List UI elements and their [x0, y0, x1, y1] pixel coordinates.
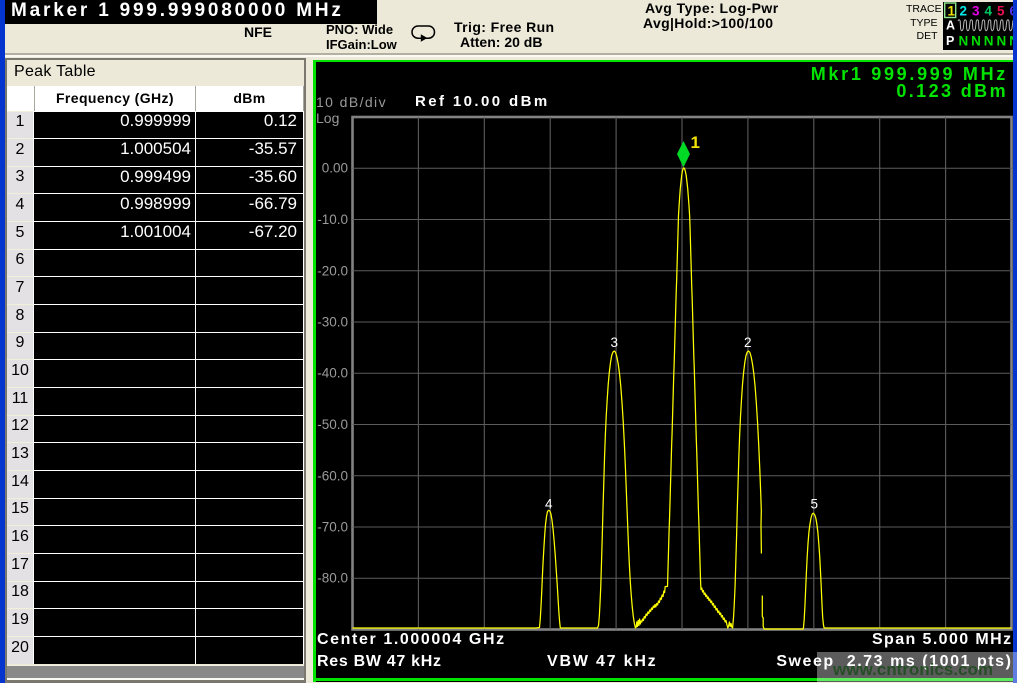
svg-text:-20.0: -20.0 — [317, 263, 348, 278]
svg-text:5: 5 — [811, 496, 819, 511]
svg-text:NNNNN: NNNNN — [958, 34, 1017, 49]
svg-text:1: 1 — [947, 4, 955, 19]
svg-text:3: 3 — [611, 335, 619, 350]
svg-text:-10.0: -10.0 — [317, 212, 348, 227]
svg-text:2: 2 — [959, 4, 967, 19]
svg-text:-80.0: -80.0 — [317, 570, 348, 585]
svg-text:4: 4 — [984, 4, 992, 19]
svg-text:1: 1 — [691, 133, 700, 152]
svg-text:P: P — [946, 34, 954, 48]
svg-text:-70.0: -70.0 — [317, 519, 348, 534]
svg-text:-30.0: -30.0 — [317, 314, 348, 329]
svg-text:3: 3 — [972, 4, 980, 19]
svg-text:4: 4 — [545, 496, 553, 511]
svg-text:-50.0: -50.0 — [317, 417, 348, 432]
svg-text:-60.0: -60.0 — [317, 468, 348, 483]
svg-text:5: 5 — [997, 4, 1005, 19]
svg-text:2: 2 — [744, 335, 752, 350]
svg-text:-40.0: -40.0 — [317, 365, 348, 380]
svg-text:0.00: 0.00 — [322, 160, 348, 175]
svg-text:A: A — [946, 19, 955, 33]
